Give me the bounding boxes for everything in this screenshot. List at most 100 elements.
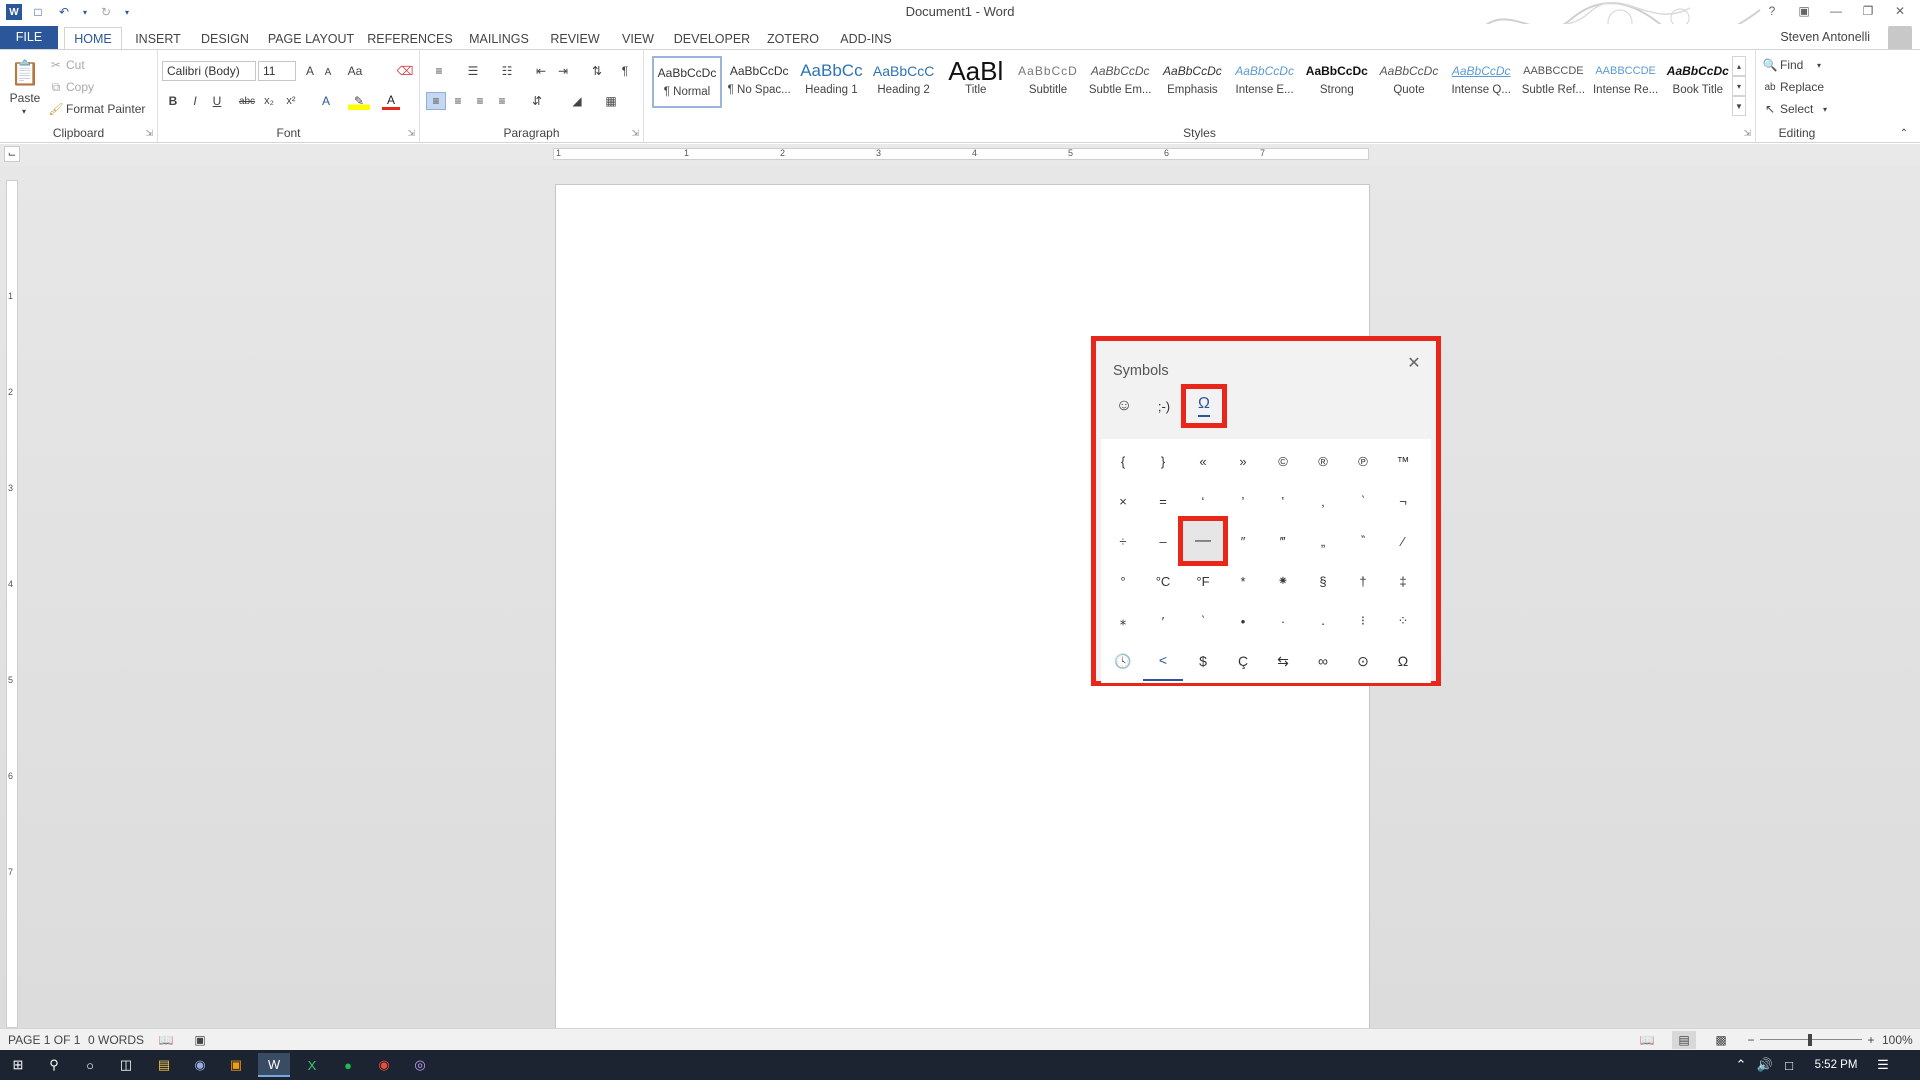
symbol-cell[interactable]: ‛ — [1263, 481, 1303, 521]
tab-mailings[interactable]: MAILINGS — [463, 28, 535, 50]
grow-font-icon[interactable]: A — [302, 62, 318, 80]
change-case-icon[interactable]: Aa — [342, 62, 368, 80]
decrease-indent-icon[interactable]: ⇤ — [532, 62, 550, 80]
symbol-cell[interactable]: † — [1343, 561, 1383, 601]
symbol-cell[interactable]: « — [1183, 441, 1223, 481]
macro-record-icon[interactable]: ▣ — [192, 1032, 208, 1048]
format-painter-icon[interactable]: 🖌 — [48, 100, 64, 118]
symbol-cell[interactable]: ⁎ — [1103, 601, 1143, 641]
tab-developer[interactable]: DEVELOPER — [672, 28, 752, 50]
symbol-cell[interactable]: ‚ — [1303, 481, 1343, 521]
text-effects-icon[interactable]: A — [316, 92, 336, 110]
volume-icon[interactable]: 🔊 — [1754, 1053, 1776, 1077]
symbol-cell[interactable]: ™ — [1383, 441, 1423, 481]
symbols-tab[interactable]: Ω — [1181, 384, 1227, 428]
chrome-icon[interactable]: ◉ — [368, 1053, 400, 1077]
symbol-cell[interactable]: ′ — [1143, 601, 1183, 641]
symbol-cell[interactable]: · — [1263, 601, 1303, 641]
style-7[interactable]: AaBbCcDc Emphasis — [1157, 56, 1227, 108]
symbol-cell[interactable]: ⁘ — [1383, 601, 1423, 641]
symbol-cell[interactable]: °C — [1143, 561, 1183, 601]
symbol-cell[interactable]: ‡ — [1383, 561, 1423, 601]
select-icon[interactable]: ↖ — [1762, 100, 1778, 118]
web-layout-icon[interactable]: ▩ — [1712, 1032, 1730, 1048]
symbol-cell[interactable]: ℗ — [1343, 441, 1383, 481]
font-color-icon[interactable]: A — [382, 92, 400, 110]
symbol-category-tab[interactable]: Ω — [1383, 641, 1423, 681]
symbol-category-tab[interactable]: ⇆ — [1263, 641, 1303, 681]
paste-button[interactable]: Paste — [4, 90, 46, 106]
vertical-ruler[interactable]: 1 2 3 4 5 6 7 — [6, 180, 18, 1028]
symbol-cell[interactable]: ° — [1103, 561, 1143, 601]
network-icon[interactable]: □ — [1778, 1053, 1800, 1077]
symbol-cell[interactable]: °F — [1183, 561, 1223, 601]
format-painter-button[interactable]: Format Painter — [66, 100, 145, 118]
tab-add-ins[interactable]: ADD-INS — [834, 28, 898, 50]
shrink-font-icon[interactable]: A — [320, 64, 336, 80]
style-10[interactable]: AaBbCcDc Quote — [1374, 56, 1444, 108]
justify-icon[interactable]: ≡ — [492, 92, 512, 110]
paragraph-launcher-icon[interactable]: ⇲ — [631, 128, 639, 139]
symbol-cell[interactable]: – — [1143, 521, 1183, 561]
user-name[interactable]: Steven Antonelli — [1780, 30, 1870, 44]
style-2[interactable]: AaBbCc Heading 1 — [796, 56, 866, 108]
symbol-cell[interactable]: * — [1223, 561, 1263, 601]
read-mode-icon[interactable]: 📖 — [1638, 1032, 1656, 1048]
symbol-cell[interactable]: ® — [1303, 441, 1343, 481]
borders-icon[interactable]: ▦ — [598, 92, 624, 110]
action-center-icon[interactable]: ☰ — [1870, 1053, 1896, 1077]
symbol-category-tab[interactable]: Ç — [1223, 641, 1263, 681]
shading-icon[interactable]: ◢ — [564, 92, 590, 110]
horizontal-ruler[interactable]: 1 1 2 3 4 5 6 7 — [553, 148, 1369, 160]
underline-button[interactable]: U — [208, 92, 226, 110]
paste-dropdown-icon[interactable]: ▾ — [18, 106, 30, 116]
cut-button[interactable]: Cut — [66, 56, 85, 74]
search-icon[interactable]: ⚲ — [38, 1053, 70, 1077]
italic-button[interactable]: I — [186, 92, 204, 110]
strikethrough-button[interactable]: abc — [236, 92, 258, 110]
style-1[interactable]: AaBbCcDc ¶ No Spac... — [724, 56, 794, 108]
symbol-cell[interactable]: } — [1143, 441, 1183, 481]
replace-button[interactable]: Replace — [1780, 78, 1824, 96]
align-center-icon[interactable]: ≡ — [448, 92, 468, 110]
close-window-icon[interactable]: ✕ — [1886, 0, 1914, 22]
line-spacing-icon[interactable]: ⇵ — [524, 92, 550, 110]
tab-file[interactable]: FILE — [0, 26, 58, 50]
increase-indent-icon[interactable]: ⇥ — [554, 62, 572, 80]
word-taskbar-icon[interactable]: W — [258, 1053, 290, 1077]
style-5[interactable]: AaBbCcD Subtitle — [1013, 56, 1083, 108]
style-13[interactable]: AABBCCDE Intense Re... — [1591, 56, 1661, 108]
zoom-slider-thumb[interactable] — [1808, 1034, 1812, 1046]
clipboard-launcher-icon[interactable]: ⇲ — [145, 128, 153, 139]
symbol-cell[interactable]: © — [1263, 441, 1303, 481]
align-left-icon[interactable]: ≡ — [426, 92, 446, 110]
symbol-cell[interactable]: = — [1143, 481, 1183, 521]
cortana-icon[interactable]: ○ — [74, 1053, 106, 1077]
align-right-icon[interactable]: ≡ — [470, 92, 490, 110]
multilevel-list-icon[interactable]: ☷ — [494, 62, 520, 80]
symbol-category-tab[interactable]: $ — [1183, 641, 1223, 681]
cut-icon[interactable]: ✂ — [48, 56, 64, 74]
font-name-box[interactable]: Calibri (Body) — [162, 61, 256, 81]
symbol-category-tab[interactable]: 🕓 — [1103, 641, 1143, 681]
copy-icon[interactable]: ⧉ — [48, 78, 64, 96]
symbol-cell[interactable]: × — [1103, 481, 1143, 521]
style-0[interactable]: AaBbCcDc ¶ Normal — [652, 56, 722, 108]
excel-taskbar-icon[interactable]: X — [296, 1053, 328, 1077]
copy-button[interactable]: Copy — [66, 78, 94, 96]
symbol-cell[interactable]: ‵ — [1183, 601, 1223, 641]
highlight-color-icon[interactable]: ✎ — [348, 92, 370, 110]
symbol-cell[interactable]: ÷ — [1103, 521, 1143, 561]
tab-view[interactable]: VIEW — [615, 28, 661, 50]
show-formatting-icon[interactable]: ¶ — [616, 62, 634, 80]
style-3[interactable]: AaBbCcC Heading 2 — [869, 56, 939, 108]
app-icon-1[interactable]: ◉ — [184, 1053, 216, 1077]
symbol-category-tab[interactable]: < — [1143, 641, 1183, 681]
symbol-cell[interactable]: ⁝ — [1343, 601, 1383, 641]
task-view-icon[interactable]: ◫ — [110, 1053, 142, 1077]
tab-review[interactable]: REVIEW — [545, 28, 605, 50]
tab-page-layout[interactable]: PAGE LAYOUT — [266, 28, 356, 50]
symbol-cell[interactable]: ¬ — [1383, 481, 1423, 521]
tab-insert[interactable]: INSERT — [130, 28, 186, 50]
symbol-cell[interactable]: { — [1103, 441, 1143, 481]
